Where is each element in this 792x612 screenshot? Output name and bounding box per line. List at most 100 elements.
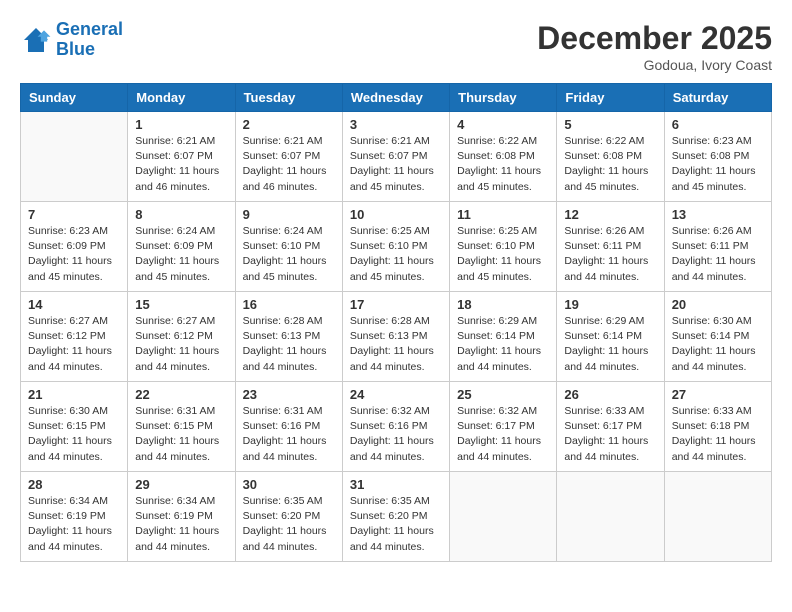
calendar-cell: 10Sunrise: 6:25 AMSunset: 6:10 PMDayligh… <box>342 202 449 292</box>
day-info: Sunrise: 6:27 AMSunset: 6:12 PMDaylight:… <box>28 314 120 375</box>
calendar-cell: 1 Sunrise: 6:21 AMSunset: 6:07 PMDaylight… <box>128 112 235 202</box>
day-info: Sunrise: 6:30 AMSunset: 6:14 PMDaylight:… <box>672 314 764 375</box>
calendar-cell: 17 Sunrise: 6:28 AMSunset: 6:13 PMDayligh… <box>342 292 449 382</box>
calendar-cell: 30Sunrise: 6:35 AMSunset: 6:20 PMDayligh… <box>235 472 342 562</box>
day-info: Sunrise: 6:34 AMSunset: 6:19 PMDaylight:… <box>28 494 120 555</box>
day-info: Sunrise: 6:31 AMSunset: 6:15 PMDaylight:… <box>135 404 227 465</box>
day-info: Sunrise: 6:33 AMSunset: 6:17 PMDaylight:… <box>564 404 656 465</box>
calendar-cell: 26 Sunrise: 6:33 AMSunset: 6:17 PMDayligh… <box>557 382 664 472</box>
day-number: 26 <box>564 387 656 402</box>
calendar-header-row: SundayMondayTuesdayWednesdayThursdayFrid… <box>21 84 772 112</box>
day-number: 28 <box>28 477 120 492</box>
day-info: Sunrise: 6:21 AMSunset: 6:07 PMDaylight:… <box>135 134 227 195</box>
day-info: Sunrise: 6:35 AMSunset: 6:20 PMDaylight:… <box>243 494 335 555</box>
calendar-week-row: 14 Sunrise: 6:27 AMSunset: 6:12 PMDayligh… <box>21 292 772 382</box>
day-info: Sunrise: 6:32 AMSunset: 6:17 PMDaylight:… <box>457 404 549 465</box>
day-info: Sunrise: 6:26 AMSunset: 6:11 PMDaylight:… <box>672 224 764 285</box>
calendar-cell: 12Sunrise: 6:26 AMSunset: 6:11 PMDayligh… <box>557 202 664 292</box>
day-number: 13 <box>672 207 764 222</box>
calendar-cell: 8Sunrise: 6:24 AMSunset: 6:09 PMDaylight… <box>128 202 235 292</box>
day-number: 24 <box>350 387 442 402</box>
day-info: Sunrise: 6:27 AMSunset: 6:12 PMDaylight:… <box>135 314 227 375</box>
day-number: 25 <box>457 387 549 402</box>
day-number: 23 <box>243 387 335 402</box>
weekday-header: Sunday <box>21 84 128 112</box>
day-info: Sunrise: 6:21 AMSunset: 6:07 PMDaylight:… <box>243 134 335 195</box>
day-number: 14 <box>28 297 120 312</box>
day-info: Sunrise: 6:28 AMSunset: 6:13 PMDaylight:… <box>243 314 335 375</box>
calendar-cell: 16 Sunrise: 6:28 AMSunset: 6:13 PMDayligh… <box>235 292 342 382</box>
day-info: Sunrise: 6:32 AMSunset: 6:16 PMDaylight:… <box>350 404 442 465</box>
calendar-week-row: 21 Sunrise: 6:30 AMSunset: 6:15 PMDayligh… <box>21 382 772 472</box>
calendar-cell: 2 Sunrise: 6:21 AMSunset: 6:07 PMDaylight… <box>235 112 342 202</box>
calendar-cell: 9 Sunrise: 6:24 AMSunset: 6:10 PMDaylight… <box>235 202 342 292</box>
logo-text: General Blue <box>56 20 123 60</box>
day-number: 27 <box>672 387 764 402</box>
calendar-cell: 14 Sunrise: 6:27 AMSunset: 6:12 PMDayligh… <box>21 292 128 382</box>
day-number: 15 <box>135 297 227 312</box>
calendar-table: SundayMondayTuesdayWednesdayThursdayFrid… <box>20 83 772 562</box>
day-number: 1 <box>135 117 227 132</box>
day-info: Sunrise: 6:30 AMSunset: 6:15 PMDaylight:… <box>28 404 120 465</box>
day-info: Sunrise: 6:24 AMSunset: 6:09 PMDaylight:… <box>135 224 227 285</box>
day-info: Sunrise: 6:29 AMSunset: 6:14 PMDaylight:… <box>564 314 656 375</box>
page-header: General Blue December 2025 Godoua, Ivory… <box>20 20 772 73</box>
location: Godoua, Ivory Coast <box>537 57 772 73</box>
weekday-header: Monday <box>128 84 235 112</box>
calendar-cell: 5 Sunrise: 6:22 AMSunset: 6:08 PMDaylight… <box>557 112 664 202</box>
calendar-cell: 31Sunrise: 6:35 AMSunset: 6:20 PMDayligh… <box>342 472 449 562</box>
weekday-header: Wednesday <box>342 84 449 112</box>
calendar-cell: 7 Sunrise: 6:23 AMSunset: 6:09 PMDaylight… <box>21 202 128 292</box>
weekday-header: Saturday <box>664 84 771 112</box>
calendar-cell: 22Sunrise: 6:31 AMSunset: 6:15 PMDayligh… <box>128 382 235 472</box>
calendar-cell <box>557 472 664 562</box>
calendar-cell: 24 Sunrise: 6:32 AMSunset: 6:16 PMDayligh… <box>342 382 449 472</box>
calendar-week-row: 7 Sunrise: 6:23 AMSunset: 6:09 PMDaylight… <box>21 202 772 292</box>
day-number: 9 <box>243 207 335 222</box>
day-info: Sunrise: 6:34 AMSunset: 6:19 PMDaylight:… <box>135 494 227 555</box>
day-info: Sunrise: 6:23 AMSunset: 6:09 PMDaylight:… <box>28 224 120 285</box>
day-number: 3 <box>350 117 442 132</box>
day-number: 5 <box>564 117 656 132</box>
day-number: 16 <box>243 297 335 312</box>
calendar-cell: 23 Sunrise: 6:31 AMSunset: 6:16 PMDayligh… <box>235 382 342 472</box>
day-number: 2 <box>243 117 335 132</box>
weekday-header: Thursday <box>450 84 557 112</box>
day-info: Sunrise: 6:24 AMSunset: 6:10 PMDaylight:… <box>243 224 335 285</box>
title-block: December 2025 Godoua, Ivory Coast <box>537 20 772 73</box>
day-info: Sunrise: 6:21 AMSunset: 6:07 PMDaylight:… <box>350 134 442 195</box>
day-info: Sunrise: 6:25 AMSunset: 6:10 PMDaylight:… <box>457 224 549 285</box>
day-number: 4 <box>457 117 549 132</box>
calendar-cell: 11 Sunrise: 6:25 AMSunset: 6:10 PMDayligh… <box>450 202 557 292</box>
day-number: 11 <box>457 207 549 222</box>
month-title: December 2025 <box>537 20 772 57</box>
day-number: 7 <box>28 207 120 222</box>
calendar-week-row: 28 Sunrise: 6:34 AMSunset: 6:19 PMDayligh… <box>21 472 772 562</box>
calendar-cell <box>450 472 557 562</box>
calendar-cell: 6 Sunrise: 6:23 AMSunset: 6:08 PMDaylight… <box>664 112 771 202</box>
day-info: Sunrise: 6:23 AMSunset: 6:08 PMDaylight:… <box>672 134 764 195</box>
calendar-cell <box>664 472 771 562</box>
day-number: 21 <box>28 387 120 402</box>
calendar-cell: 18 Sunrise: 6:29 AMSunset: 6:14 PMDayligh… <box>450 292 557 382</box>
day-info: Sunrise: 6:26 AMSunset: 6:11 PMDaylight:… <box>564 224 656 285</box>
day-number: 19 <box>564 297 656 312</box>
day-number: 29 <box>135 477 227 492</box>
weekday-header: Friday <box>557 84 664 112</box>
day-info: Sunrise: 6:29 AMSunset: 6:14 PMDaylight:… <box>457 314 549 375</box>
day-number: 6 <box>672 117 764 132</box>
day-info: Sunrise: 6:31 AMSunset: 6:16 PMDaylight:… <box>243 404 335 465</box>
day-info: Sunrise: 6:28 AMSunset: 6:13 PMDaylight:… <box>350 314 442 375</box>
calendar-cell: 27Sunrise: 6:33 AMSunset: 6:18 PMDayligh… <box>664 382 771 472</box>
calendar-cell: 4Sunrise: 6:22 AMSunset: 6:08 PMDaylight… <box>450 112 557 202</box>
day-info: Sunrise: 6:25 AMSunset: 6:10 PMDaylight:… <box>350 224 442 285</box>
day-info: Sunrise: 6:22 AMSunset: 6:08 PMDaylight:… <box>564 134 656 195</box>
calendar-cell <box>21 112 128 202</box>
day-number: 20 <box>672 297 764 312</box>
day-info: Sunrise: 6:35 AMSunset: 6:20 PMDaylight:… <box>350 494 442 555</box>
calendar-cell: 29 Sunrise: 6:34 AMSunset: 6:19 PMDayligh… <box>128 472 235 562</box>
day-number: 17 <box>350 297 442 312</box>
day-number: 18 <box>457 297 549 312</box>
calendar-cell: 15 Sunrise: 6:27 AMSunset: 6:12 PMDayligh… <box>128 292 235 382</box>
calendar-cell: 21 Sunrise: 6:30 AMSunset: 6:15 PMDayligh… <box>21 382 128 472</box>
